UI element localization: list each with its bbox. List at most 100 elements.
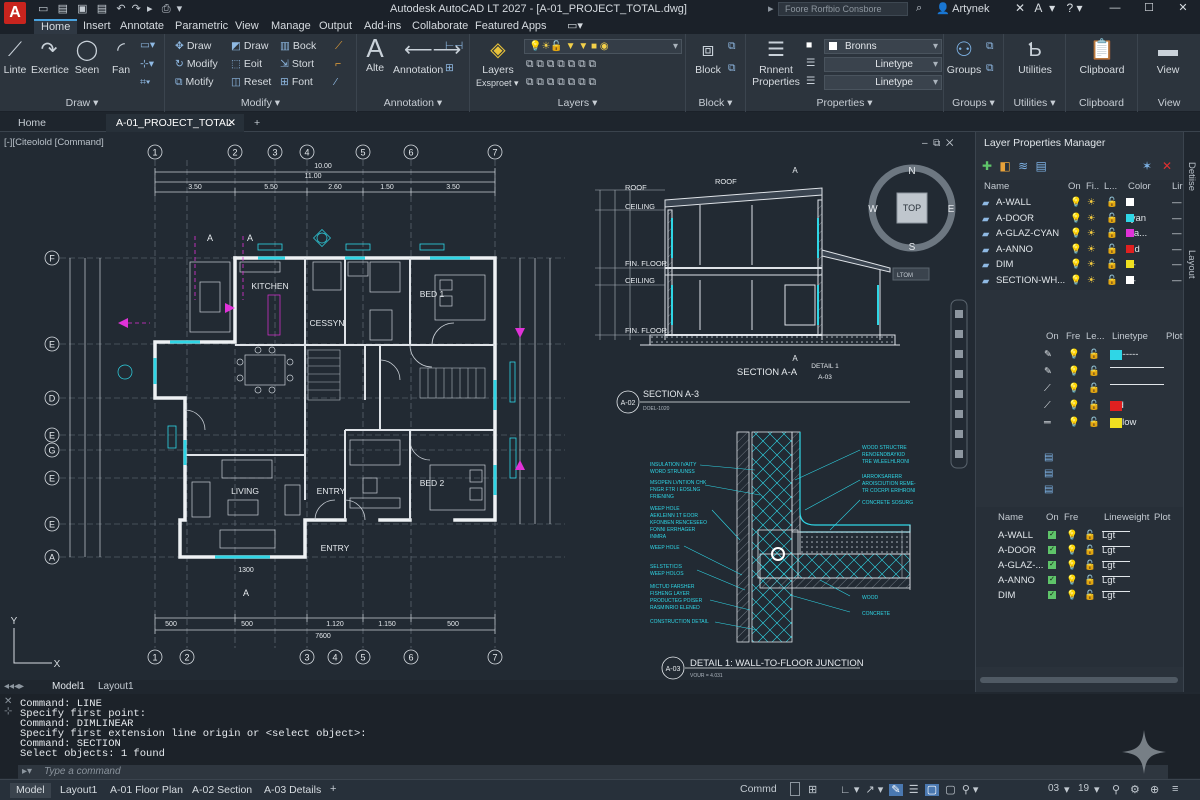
autodesk-a-icon[interactable]: A: [1034, 1, 1041, 15]
workspace-icon[interactable]: ⚙: [1130, 783, 1140, 796]
view-button[interactable]: ▬ View: [1146, 38, 1190, 76]
lock-icon[interactable]: 🔓: [1106, 213, 1118, 224]
ungroup-button[interactable]: ⧉: [986, 40, 997, 53]
sun-icon[interactable]: ☀: [1087, 259, 1096, 270]
scale-value-2[interactable]: 19: [1078, 783, 1089, 794]
lock-icon[interactable]: 🔓: [1084, 530, 1096, 541]
lock-icon[interactable]: 🔓: [1088, 366, 1100, 377]
ribbon-tab-featured-apps[interactable]: Featured Apps: [468, 19, 554, 34]
group-button[interactable]: ⚇ Groups: [946, 38, 982, 76]
status-tab-a-02-section[interactable]: A-02 Section: [186, 783, 258, 798]
status-tab-model[interactable]: Model: [10, 783, 51, 798]
lineweight-toggle-icon[interactable]: ☰: [909, 784, 919, 796]
layer-states-icon[interactable]: ≋: [1018, 159, 1028, 173]
linetype-dropdown-2[interactable]: Linetype: [824, 75, 942, 90]
linetype-tool-icon[interactable]: ✎: [1044, 366, 1052, 377]
layer-row-a-anno[interactable]: ▰A-ANNO💡☀🔓red—: [976, 243, 1184, 258]
lock-icon[interactable]: 🔓: [1106, 244, 1118, 255]
delete-layer-icon[interactable]: ✕: [1162, 159, 1172, 173]
ortho-icon[interactable]: ∟: [840, 784, 851, 796]
linetype-tool-icon[interactable]: ✎: [1044, 349, 1052, 360]
layer-row-section-wh-[interactable]: ▰SECTION-WH...💡☀🔓——: [976, 274, 1184, 289]
reset-button[interactable]: ◫ Reset: [231, 76, 271, 88]
scale-value-1[interactable]: 03: [1048, 783, 1059, 794]
model1-tab[interactable]: Model1: [52, 681, 85, 692]
side-tab-detiise[interactable]: Detiise: [1186, 162, 1197, 191]
table-button[interactable]: ⊞: [445, 62, 457, 74]
lock-icon[interactable]: 🔓: [1106, 197, 1118, 208]
ribbon-tab-view[interactable]: View: [228, 19, 266, 34]
bulb-icon[interactable]: 💡: [1068, 383, 1080, 394]
color-dropdown[interactable]: Bronns: [824, 39, 942, 54]
linetype-tool-icon[interactable]: ═: [1044, 417, 1051, 428]
transparency-icon[interactable]: ▢: [945, 784, 955, 796]
bulb-icon[interactable]: 💡: [1068, 417, 1080, 428]
bulb-icon[interactable]: 💡: [1066, 590, 1078, 601]
bulb-icon[interactable]: 💡: [1068, 349, 1080, 360]
osnap-icon[interactable]: ✎: [889, 784, 903, 796]
lock-ui-icon[interactable]: ⚲: [1112, 783, 1120, 796]
close-icon[interactable]: ✕: [1166, 1, 1200, 14]
set-current-icon[interactable]: ✶: [1142, 159, 1152, 173]
menu-icon[interactable]: ≡: [1172, 783, 1178, 795]
detail-row[interactable]: ✎ 💡 🔓 ---------: [1044, 348, 1200, 363]
annotation-scale-icon[interactable]: ⚲: [962, 784, 970, 796]
status-tab-layout1[interactable]: Layout1: [54, 783, 103, 798]
motify-button[interactable]: ⧉ Motify: [175, 76, 214, 89]
lock-icon[interactable]: 🔓: [1088, 383, 1100, 394]
lineweight-row[interactable]: A-DOOR ✓ 💡 🔓 Lgt: [976, 544, 1184, 559]
rectangle-button[interactable]: ▭▾: [140, 39, 158, 51]
move-button[interactable]: ✥ Draw: [175, 40, 211, 52]
layout1-tab[interactable]: Layout1: [98, 681, 134, 692]
autocad-logo-icon[interactable]: A: [4, 2, 26, 24]
bulb-icon[interactable]: 💡: [1066, 560, 1078, 571]
bulb-icon[interactable]: 💡: [1070, 275, 1082, 286]
linetype-tool-icon[interactable]: ⟋: [1044, 400, 1051, 411]
lock-icon[interactable]: 🔓: [1084, 560, 1096, 571]
line-button[interactable]: ⟋ Linte: [2, 38, 28, 76]
hatch-button[interactable]: ⊹▾: [140, 58, 157, 70]
ribbon-tab-add-ins[interactable]: Add-ins: [357, 19, 408, 34]
stort-button[interactable]: ⇲ Stort: [280, 58, 314, 70]
edit-block-button[interactable]: ⧉: [728, 62, 739, 75]
circle-button[interactable]: ◯ Seen: [72, 38, 102, 76]
arc-button[interactable]: ◜ Fan: [106, 38, 136, 76]
layers-panel-label[interactable]: Layers ▾: [470, 97, 685, 109]
block-panel-label[interactable]: Block ▾: [686, 97, 745, 109]
plot-icon[interactable]: ⎙: [162, 3, 171, 15]
user-menu[interactable]: 👤 Artynek: [936, 2, 989, 15]
modify-button[interactable]: ↻ Modify: [175, 58, 218, 70]
layer-properties-button[interactable]: ◈ Layers: [478, 38, 518, 76]
bulb-icon[interactable]: 💡: [1068, 400, 1080, 411]
draw-panel-label[interactable]: Draw ▾: [0, 97, 164, 109]
ribbon-options-icon[interactable]: ▭▾: [560, 19, 590, 34]
bulb-icon[interactable]: 💡: [1066, 545, 1078, 556]
dropdown-icon[interactable]: ▾: [1049, 1, 1055, 15]
customize-status-icon[interactable]: ⊕: [1150, 783, 1159, 796]
lock-icon[interactable]: 🔓: [1088, 417, 1100, 428]
filter-icon-1[interactable]: ▤: [1044, 452, 1053, 463]
help-icon[interactable]: ?: [1066, 1, 1073, 15]
layer-filter-icon[interactable]: ▤: [1036, 159, 1047, 173]
exchange-icon[interactable]: ✕: [1015, 1, 1025, 15]
command-window-grip[interactable]: ✕ ⊹: [4, 698, 12, 718]
tab-scroll-icons[interactable]: ◂◂◂▸: [4, 681, 24, 692]
leader-button[interactable]: ⊢⊣: [445, 40, 466, 52]
search-arrow-icon[interactable]: ▸: [768, 2, 774, 15]
drawing-tab-active[interactable]: A-01_PROJECT_TOTAL ✕: [106, 114, 244, 132]
ribbon-tab-manage[interactable]: Manage: [264, 19, 318, 34]
copy-button[interactable]: ◩ Draw: [231, 40, 268, 52]
bulb-icon[interactable]: 💡: [1070, 197, 1082, 208]
help-dropdown-icon[interactable]: ▾: [1077, 1, 1083, 15]
maximize-icon[interactable]: ☐: [1132, 1, 1166, 14]
viewport-close-icon[interactable]: ✕: [946, 138, 954, 149]
paste-button[interactable]: 📋 Clipboard: [1074, 38, 1130, 76]
match-properties-button[interactable]: ☰ Rnnent Properties: [750, 38, 802, 88]
lineweight-row[interactable]: A-ANNO ✓ 💡 🔓 Lgt: [976, 574, 1184, 589]
annotation-panel-label[interactable]: Annotation ▾: [357, 97, 469, 109]
bulb-icon[interactable]: 💡: [1070, 259, 1082, 270]
utilities-panel-label[interactable]: Utilities ▾: [1004, 97, 1065, 109]
layer-row-dim[interactable]: ▰DIM💡☀🔓——: [976, 258, 1184, 273]
detail-row[interactable]: ═ 💡 🔓 yellow: [1044, 416, 1200, 431]
polar-icon[interactable]: ↗: [865, 784, 874, 796]
